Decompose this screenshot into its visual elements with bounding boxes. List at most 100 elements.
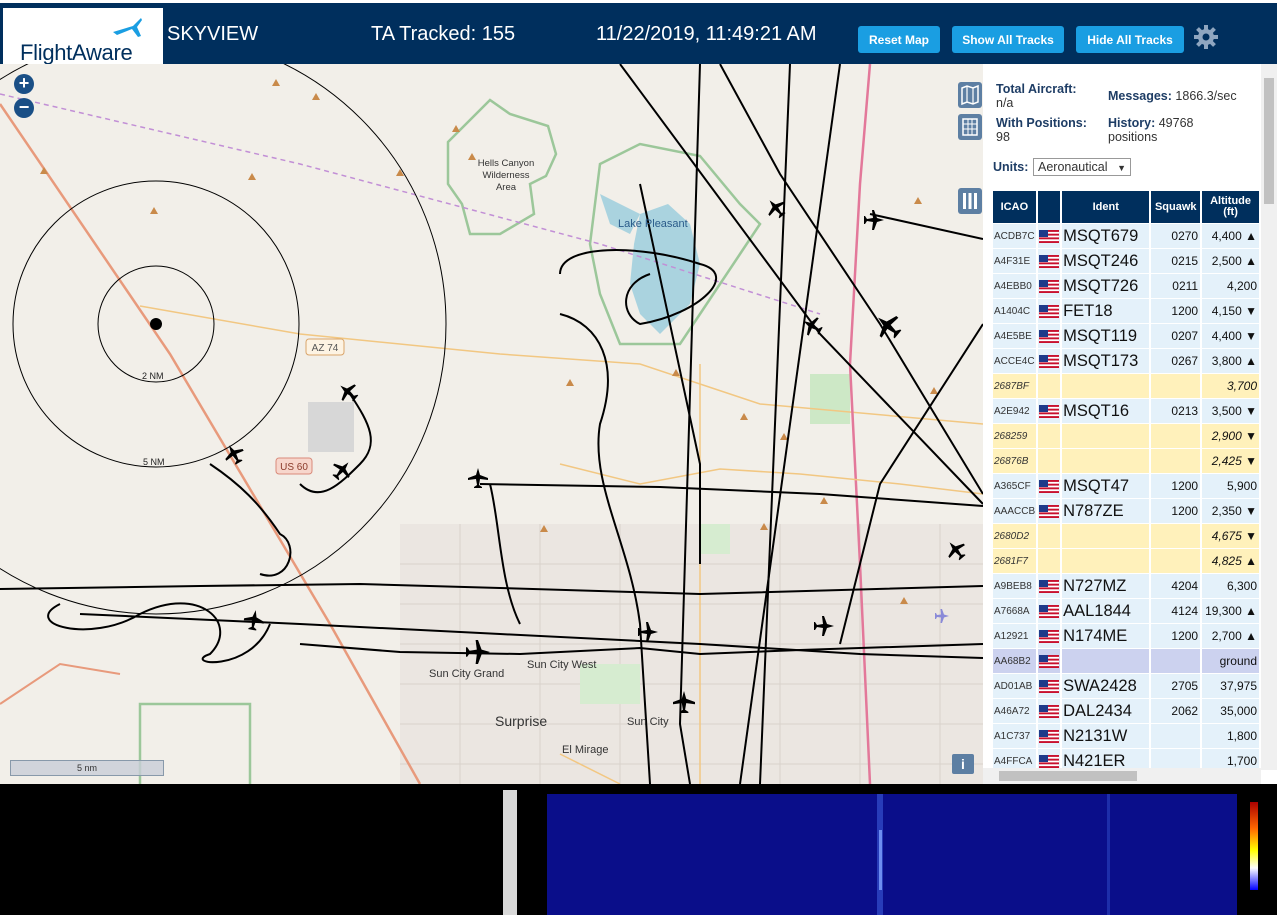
label-az74: AZ 74: [312, 343, 339, 354]
history-unit: positions: [1108, 130, 1158, 144]
map-grid-button[interactable]: [958, 114, 982, 140]
with-positions-label: With Positions:: [996, 116, 1087, 130]
flag-cell: [1037, 649, 1061, 673]
aircraft-row[interactable]: A365CF MSQT47 1200 5,900: [993, 474, 1259, 498]
aircraft-row[interactable]: A7668A AAL1844 4124 19,300 ▲: [993, 599, 1259, 623]
units-label: Units:: [993, 160, 1029, 174]
tracked-count: TA Tracked: 155: [371, 23, 516, 45]
gear-icon[interactable]: [1192, 23, 1220, 51]
flag-cell: [1037, 249, 1061, 273]
map-layers-button[interactable]: [958, 82, 982, 108]
vertical-scrollbar-thumb[interactable]: [1264, 78, 1274, 204]
us-flag-icon: [1038, 604, 1059, 618]
zoom-in-button[interactable]: +: [14, 74, 34, 94]
aircraft-row[interactable]: A4FFCA N421ER 1,700: [993, 749, 1259, 768]
altitude-cell: 3,700: [1202, 374, 1259, 398]
aircraft-row[interactable]: AA68B2 ground: [993, 649, 1259, 673]
history-count: History: 49768 positions: [1108, 116, 1193, 144]
squawk-cell: 0215: [1151, 249, 1201, 273]
label-area: Area: [496, 182, 517, 193]
bottom-black-panel: [0, 790, 503, 915]
aircraft-row[interactable]: ACDB7C MSQT679 0270 4,400 ▲: [993, 224, 1259, 248]
flag-cell: [1037, 699, 1061, 723]
zoom-out-button[interactable]: −: [14, 98, 34, 118]
squawk-cell: 1200: [1151, 624, 1201, 648]
ident-cell: [1062, 424, 1150, 448]
flag-cell: [1037, 274, 1061, 298]
col-altitude[interactable]: Altitude (ft): [1202, 191, 1259, 223]
ident-cell: N174ME: [1062, 624, 1150, 648]
info-button[interactable]: i: [952, 754, 974, 774]
icao-cell: A4E5BE: [993, 324, 1036, 348]
altitude-cell: 3,800 ▲: [1202, 349, 1259, 373]
altitude-cell: 4,400 ▼: [1202, 324, 1259, 348]
icao-cell: A12921: [993, 624, 1036, 648]
col-ident[interactable]: Ident: [1062, 191, 1150, 223]
aircraft-row[interactable]: 2687BF 3,700: [993, 374, 1259, 398]
col-icao[interactable]: ICAO: [993, 191, 1036, 223]
aircraft-row[interactable]: A4F31E MSQT246 0215 2,500 ▲: [993, 249, 1259, 273]
flightaware-logo[interactable]: FlightAware: [3, 8, 163, 66]
us-flag-icon: [1038, 304, 1059, 318]
show-all-tracks-button[interactable]: Show All Tracks: [952, 26, 1064, 53]
aircraft-row[interactable]: AAACCB N787ZE 1200 2,350 ▼: [993, 499, 1259, 523]
aircraft-row[interactable]: 2680D2 4,675 ▼: [993, 524, 1259, 548]
aircraft-row[interactable]: A46A72 DAL2434 2062 35,000: [993, 699, 1259, 723]
aircraft-row[interactable]: A1C737 N2131W 1,800: [993, 724, 1259, 748]
aircraft-row[interactable]: 2681F7 4,825 ▲: [993, 549, 1259, 573]
flag-cell: [1037, 624, 1061, 648]
aircraft-row[interactable]: A12921 N174ME 1200 2,700 ▲: [993, 624, 1259, 648]
icao-cell: A365CF: [993, 474, 1036, 498]
ident-cell: MSQT246: [1062, 249, 1150, 273]
aircraft-row[interactable]: ACCE4C MSQT173 0267 3,800 ▲: [993, 349, 1259, 373]
ident-cell: [1062, 449, 1150, 473]
squawk-cell: 1200: [1151, 499, 1201, 523]
col-squawk[interactable]: Squawk: [1151, 191, 1201, 223]
icao-cell: AD01AB: [993, 674, 1036, 698]
col-flag[interactable]: [1037, 191, 1061, 223]
ident-cell: SWA2428: [1062, 674, 1150, 698]
column-toggle-button[interactable]: [958, 188, 982, 214]
aircraft-row[interactable]: AD01AB SWA2428 2705 37,975: [993, 674, 1259, 698]
aircraft-row[interactable]: A2E942 MSQT16 0213 3,500 ▼: [993, 399, 1259, 423]
ident-cell: MSQT679: [1062, 224, 1150, 248]
squawk-cell: 4124: [1151, 599, 1201, 623]
flag-cell: [1037, 424, 1061, 448]
label-lake-pleasant: Lake Pleasant: [618, 218, 688, 230]
units-select-value: Aeronautical: [1038, 160, 1108, 174]
aircraft-row[interactable]: A4E5BE MSQT119 0207 4,400 ▼: [993, 324, 1259, 348]
aircraft-row[interactable]: 268259 2,900 ▼: [993, 424, 1259, 448]
altitude-cell: ground: [1202, 649, 1259, 673]
aircraft-row[interactable]: A1404C FET18 1200 4,150 ▼: [993, 299, 1259, 323]
aircraft-row[interactable]: 26876B 2,425 ▼: [993, 449, 1259, 473]
reset-map-button[interactable]: Reset Map: [858, 26, 940, 53]
squawk-cell: 0213: [1151, 399, 1201, 423]
spectrum-waterfall: [547, 790, 1277, 915]
us-flag-icon: [1038, 754, 1059, 768]
icao-cell: 268259: [993, 424, 1036, 448]
altitude-cell: 6,300: [1202, 574, 1259, 598]
aircraft-table-container: ICAO Ident Squawk Altitude (ft) ACDB7C MS…: [993, 190, 1261, 768]
us-flag-icon: [1038, 229, 1059, 243]
icao-cell: 2687BF: [993, 374, 1036, 398]
map-view[interactable]: Hells Canyon Wilderness Area Lake Pleasa…: [0, 64, 983, 784]
altitude-cell: 19,300 ▲: [1202, 599, 1259, 623]
icao-cell: A4EBB0: [993, 274, 1036, 298]
label-sun-city-grand: Sun City Grand: [429, 668, 504, 680]
horizontal-scrollbar-thumb[interactable]: [999, 771, 1137, 781]
panel-divider[interactable]: [503, 790, 517, 915]
hide-all-tracks-button[interactable]: Hide All Tracks: [1076, 26, 1184, 53]
us-flag-icon: [1038, 354, 1059, 368]
us-flag-icon: [1038, 629, 1059, 643]
aircraft-row[interactable]: A4EBB0 MSQT726 0211 4,200: [993, 274, 1259, 298]
flag-cell: [1037, 549, 1061, 573]
aircraft-row[interactable]: A9BEB8 N727MZ 4204 6,300: [993, 574, 1259, 598]
squawk-cell: 1200: [1151, 299, 1201, 323]
units-select[interactable]: Aeronautical: [1033, 158, 1131, 176]
flag-cell: [1037, 374, 1061, 398]
us-flag-icon: [1038, 679, 1059, 693]
altitude-cell: 2,500 ▲: [1202, 249, 1259, 273]
logo-text: FlightAware: [20, 40, 133, 65]
ident-cell: N421ER: [1062, 749, 1150, 768]
ident-cell: [1062, 524, 1150, 548]
